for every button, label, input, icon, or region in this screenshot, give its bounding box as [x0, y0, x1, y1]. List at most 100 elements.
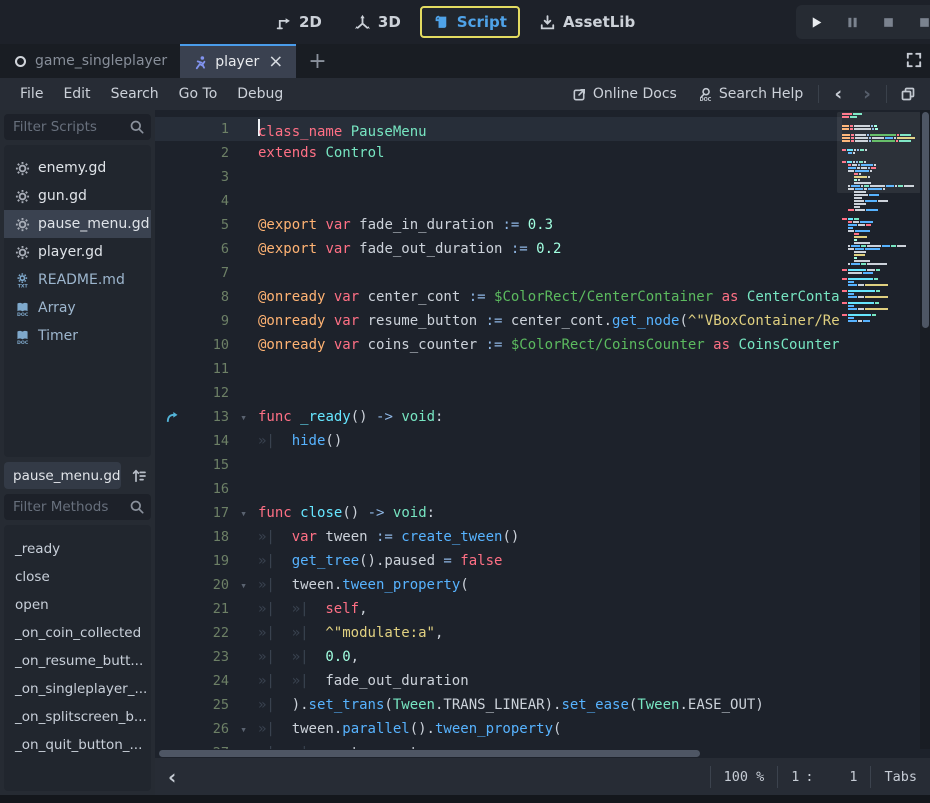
signal-connection-icon[interactable]	[155, 410, 189, 424]
script-scroll-icon	[433, 14, 450, 31]
stop-button[interactable]	[878, 12, 898, 32]
line-number: 12	[189, 385, 229, 401]
code-line-5[interactable]: 5@export var fade_in_duration := 0.3	[155, 213, 842, 237]
code-line-12[interactable]: 12	[155, 381, 842, 405]
script-item-README.md[interactable]: TXTREADME.md	[4, 266, 151, 294]
code-line-6[interactable]: 6@export var fade_out_duration := 0.2	[155, 237, 842, 261]
main-area: enemy.gdgun.gdpause_menu.gdplayer.gdTXTR…	[0, 110, 930, 795]
menu-debug[interactable]: Debug	[227, 83, 293, 105]
code-line-17[interactable]: 17▾func close() -> void:	[155, 501, 842, 525]
close-tab-icon[interactable]: ×	[268, 53, 283, 71]
line-number: 22	[189, 625, 229, 641]
workspace-button-3d[interactable]: 3D	[341, 6, 414, 38]
code-line-21[interactable]: 21»|»|self,	[155, 597, 842, 621]
fold-chevron-icon[interactable]: ▾	[229, 411, 258, 424]
method-item-_on_coin_collected[interactable]: _on_coin_collected	[4, 619, 151, 647]
scene-tab-game_singleplayer[interactable]: game_singleplayer	[0, 44, 180, 78]
code-line-13[interactable]: 13▾func _ready() -> void:	[155, 405, 842, 429]
play-button[interactable]	[806, 12, 826, 32]
method-item-_on_singleplayer_[interactable]: _on_singleplayer_...	[4, 675, 151, 703]
code-line-25[interactable]: 25»|).set_trans(Tween.TRANS_LINEAR).set_…	[155, 693, 842, 717]
method-item-open[interactable]: open	[4, 591, 151, 619]
method-item-_ready[interactable]: _ready	[4, 535, 151, 563]
code-line-11[interactable]: 11	[155, 357, 842, 381]
online-docs-button[interactable]: Online Docs	[566, 83, 683, 105]
code-text: »|get_tree().paused = false	[258, 553, 502, 569]
menu-edit[interactable]: Edit	[53, 83, 100, 105]
code-line-4[interactable]: 4	[155, 189, 842, 213]
workspace-button-script[interactable]: Script	[420, 6, 520, 38]
expand-bottom-panel-button[interactable]	[905, 51, 925, 71]
script-item-Timer[interactable]: DOCTimer	[4, 322, 151, 350]
script-item-label: Array	[38, 300, 76, 316]
code-line-18[interactable]: 18»|var tween := create_tween()	[155, 525, 842, 549]
method-item-_on_resume_butt[interactable]: _on_resume_butt...	[4, 647, 151, 675]
code-line-22[interactable]: 22»|»|^"modulate:a",	[155, 621, 842, 645]
code-editor[interactable]: 1class_name PauseMenu2extends Control345…	[155, 110, 930, 758]
code-line-26[interactable]: 26▾»|tween.parallel().tween_property(	[155, 717, 842, 741]
current-script-row: pause_menu.gd	[4, 462, 151, 489]
code-line-7[interactable]: 7	[155, 261, 842, 285]
code-line-16[interactable]: 16	[155, 477, 842, 501]
horizontal-scrollbar-thumb[interactable]	[159, 750, 700, 757]
indent-type[interactable]: Tabs	[884, 769, 917, 785]
menu-file[interactable]: File	[10, 83, 53, 105]
code-line-9[interactable]: 9@onready var resume_button := center_co…	[155, 309, 842, 333]
code-area[interactable]: 1class_name PauseMenu2extends Control345…	[155, 117, 842, 749]
code-line-20[interactable]: 20▾»|tween.tween_property(	[155, 573, 842, 597]
code-line-10[interactable]: 10@onready var coins_counter := $ColorRe…	[155, 333, 842, 357]
code-line-23[interactable]: 23»|»|0.0,	[155, 645, 842, 669]
code-text: extends Control	[258, 145, 384, 161]
code-line-14[interactable]: 14»|hide()	[155, 429, 842, 453]
method-item-_on_quit_button_[interactable]: _on_quit_button_...	[4, 731, 151, 759]
method-item-_on_splitscreen_b[interactable]: _on_splitscreen_b...	[4, 703, 151, 731]
code-text: @onready var resume_button := center_con…	[258, 313, 840, 329]
script-item-label: player.gd	[38, 244, 103, 260]
horizontal-scrollbar[interactable]	[157, 749, 842, 758]
minimap-row	[842, 319, 920, 322]
script-item-Array[interactable]: DOCArray	[4, 294, 151, 322]
menu-bar-right: Online Docs DOCSearch Help ‹ ›	[566, 83, 920, 105]
code-line-8[interactable]: 8@onready var center_cont := $ColorRect/…	[155, 285, 842, 309]
workspace-button-2d[interactable]: 2D	[262, 6, 335, 38]
pause-button[interactable]	[842, 12, 862, 32]
search-help-button[interactable]: DOCSearch Help	[692, 83, 809, 105]
code-line-27[interactable]: 27»|»|center_cont.	[155, 741, 842, 749]
line-number: 21	[189, 601, 229, 617]
code-minimap[interactable]	[842, 112, 920, 322]
code-line-19[interactable]: 19»|get_tree().paused = false	[155, 549, 842, 573]
script-item-gun.gd[interactable]: gun.gd	[4, 182, 151, 210]
history-forward-button[interactable]: ›	[857, 85, 877, 104]
add-scene-tab-button[interactable]: +	[296, 44, 338, 78]
tab-indent-marker: »|	[292, 625, 326, 641]
code-line-24[interactable]: 24»|»|fade_out_duration	[155, 669, 842, 693]
code-line-2[interactable]: 2extends Control	[155, 141, 842, 165]
vertical-scrollbar-thumb[interactable]	[922, 112, 929, 328]
menu-search[interactable]: Search	[101, 83, 169, 105]
method-item-close[interactable]: close	[4, 563, 151, 591]
workspace-button-assetlib[interactable]: AssetLib	[526, 6, 648, 38]
sort-methods-icon[interactable]	[127, 464, 151, 488]
fold-chevron-icon[interactable]: ▾	[229, 507, 258, 520]
code-line-15[interactable]: 15	[155, 453, 842, 477]
docbook-icon: DOC	[15, 329, 30, 344]
history-back-button[interactable]: ‹	[828, 85, 848, 104]
minimap-viewport[interactable]	[837, 112, 921, 193]
code-line-1[interactable]: 1class_name PauseMenu	[155, 117, 842, 141]
script-item-enemy.gd[interactable]: enemy.gd	[4, 154, 151, 182]
script-item-player.gd[interactable]: player.gd	[4, 238, 151, 266]
scene-tab-player[interactable]: player×	[180, 44, 296, 78]
fold-chevron-icon[interactable]: ▾	[229, 723, 258, 736]
movie-button[interactable]	[914, 12, 930, 32]
gear-icon	[15, 161, 30, 176]
tab-indent-marker: »|	[292, 601, 326, 617]
menu-go-to[interactable]: Go To	[169, 83, 228, 105]
zoom-level[interactable]: 100 %	[724, 769, 765, 785]
vertical-scrollbar[interactable]	[920, 110, 930, 749]
script-item-pause_menu.gd[interactable]: pause_menu.gd	[4, 210, 151, 238]
scene-tabs: game_singleplayerplayer×	[0, 44, 296, 78]
make-floating-icon[interactable]	[896, 86, 920, 102]
toggle-scripts-panel-button[interactable]: ‹	[168, 767, 176, 787]
code-line-3[interactable]: 3	[155, 165, 842, 189]
fold-chevron-icon[interactable]: ▾	[229, 579, 258, 592]
